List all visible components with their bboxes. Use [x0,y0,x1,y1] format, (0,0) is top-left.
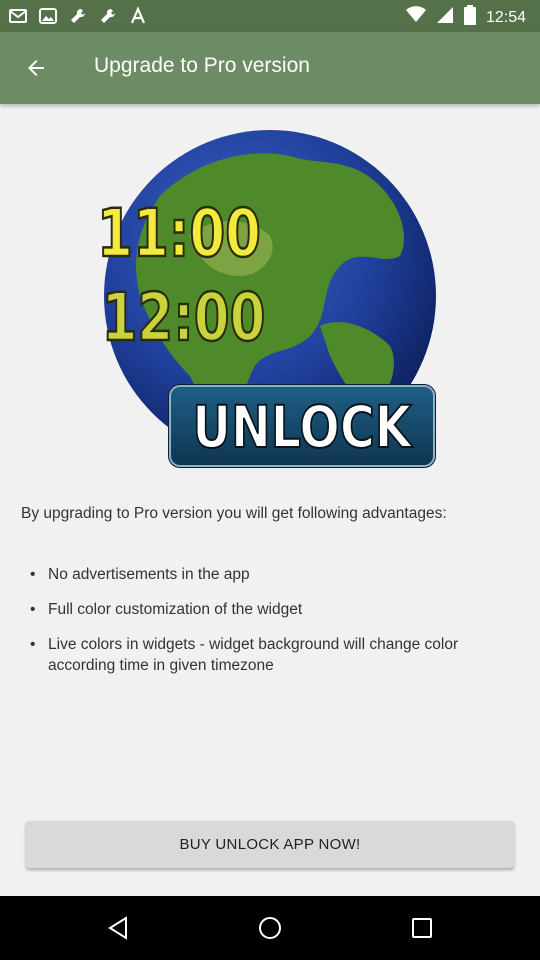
advantage-text: Live colors in widgets - widget backgrou… [48,636,459,674]
list-item: • Full color customization of the widget [28,599,518,620]
back-button[interactable] [14,46,58,90]
page-title: Upgrade to Pro version [94,54,310,77]
bullet-dot: • [30,636,36,653]
hero-time-1: 11:00 [100,195,261,272]
buy-unlock-button[interactable]: BUY UNLOCK APP NOW! [26,821,514,868]
battery-icon [463,5,476,30]
text-a-icon [128,6,148,26]
advantages-list: • No advertisements in the app • Full co… [28,564,518,690]
home-circle-icon[interactable] [258,916,282,940]
image-icon [38,6,58,26]
wrench-icon [98,6,118,26]
notification-icons [8,6,148,26]
bullet-dot: • [30,566,36,583]
advantage-text: No advertisements in the app [48,566,250,583]
back-triangle-icon[interactable] [106,916,130,940]
bullet-dot: • [30,601,36,618]
app-bar: Upgrade to Pro version [0,32,540,104]
advantages-intro: By upgrading to Pro version you will get… [21,505,447,522]
status-bar: 12:54 [0,0,540,32]
list-item: • No advertisements in the app [28,564,518,585]
list-item: • Live colors in widgets - widget backgr… [28,634,518,676]
gmail-icon [8,6,28,26]
clock-time: 12:54 [485,8,526,26]
wifi-icon [405,6,426,29]
navigation-bar [0,896,540,960]
buy-button-label: BUY UNLOCK APP NOW! [179,836,361,853]
hero-unlock-label: UNLOCK [192,393,413,461]
unlock-globe-image: 11:00 12:00 UNLOCK [96,126,442,470]
hero-time-2: 12:00 [102,279,266,356]
signal-icon [436,6,454,29]
advantage-text: Full color customization of the widget [48,601,303,618]
recents-square-icon[interactable] [410,916,434,940]
wrench-icon [68,6,88,26]
system-icons: 12:54 [405,5,526,30]
back-arrow-icon [28,60,44,76]
